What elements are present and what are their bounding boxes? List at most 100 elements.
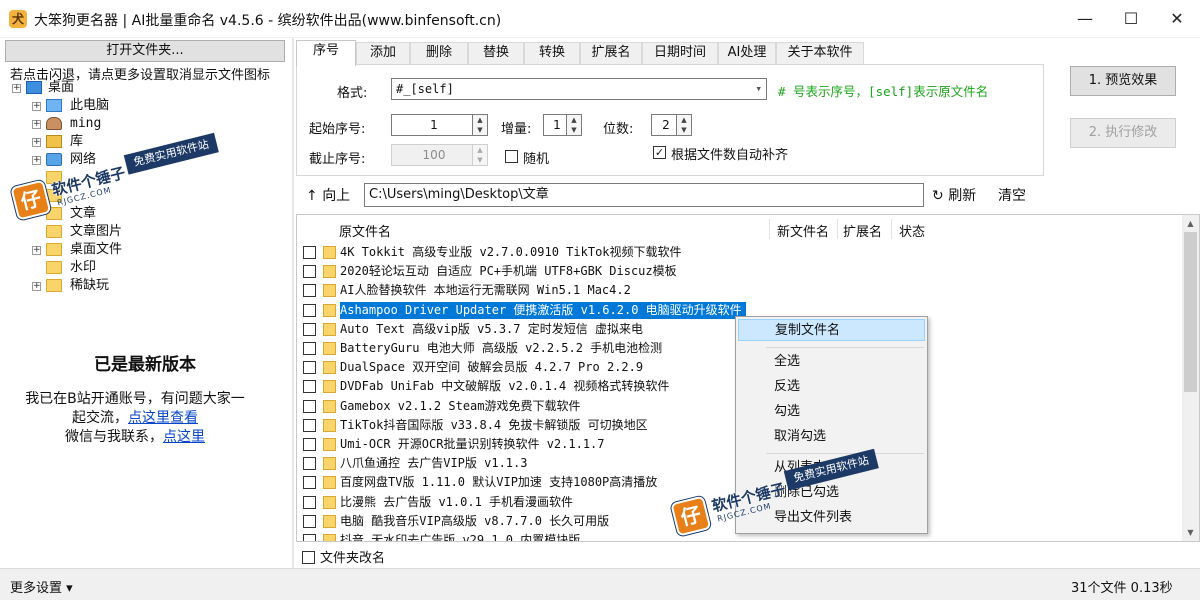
path-input[interactable]: C:\Users\ming\Desktop\文章 [364, 183, 924, 207]
format-dropdown[interactable]: #_[self] ▾ [391, 78, 767, 100]
wechat-link[interactable]: 点这里 [163, 429, 205, 445]
tab-replace[interactable]: 替换 [468, 42, 524, 64]
tab-extension[interactable]: 扩展名 [580, 42, 642, 64]
file-row-checkbox[interactable] [303, 399, 316, 413]
refresh-button[interactable]: ↻ 刷新 [932, 185, 976, 205]
tab-ai[interactable]: AI处理 [718, 42, 776, 64]
folder-icon [46, 261, 62, 274]
folder-rename-option[interactable]: 文件夹改名 [302, 547, 385, 566]
folder-icon [323, 246, 336, 259]
format-value: #_[self] [396, 82, 454, 96]
end-number-stepper[interactable]: ▲ ▼ [473, 144, 488, 166]
spin-down-icon: ▼ [477, 156, 483, 164]
file-row-checkbox[interactable] [303, 514, 316, 528]
folder-icon [323, 418, 336, 432]
user-icon [46, 117, 62, 130]
step-stepper[interactable]: ▲ ▼ [567, 114, 582, 136]
file-row-checkbox[interactable] [303, 265, 316, 279]
folder-icon [323, 534, 336, 541]
preview-button[interactable]: 1. 预览效果 [1070, 66, 1176, 96]
random-checkbox[interactable] [505, 150, 518, 163]
bilibili-link[interactable]: 点这里查看 [128, 410, 198, 426]
column-divider[interactable] [769, 219, 770, 239]
file-row-checkbox[interactable] [303, 476, 316, 490]
tree-label: 稀缺玩 [70, 278, 110, 293]
tree-expander[interactable]: + [32, 120, 41, 129]
tree-expander[interactable]: + [32, 102, 41, 111]
file-row[interactable]: 2020轻论坛互动 自适应 PC+手机端 UTF8+GBK Discuz模板 [297, 262, 1177, 281]
end-number-input[interactable]: 100 [391, 144, 473, 166]
tab-delete[interactable]: 删除 [410, 42, 468, 64]
vertical-scrollbar[interactable]: ▲ ▼ [1182, 215, 1199, 541]
tab-add[interactable]: 添加 [356, 42, 410, 64]
spin-up-icon: ▲ [477, 116, 483, 124]
tree-expander[interactable]: + [32, 156, 41, 165]
tab-sequence[interactable]: 序号 [296, 40, 356, 66]
scroll-down-icon[interactable]: ▼ [1182, 524, 1199, 541]
step-input[interactable]: 1 [543, 114, 567, 136]
open-folder-button[interactable]: 打开文件夹... [5, 40, 285, 62]
column-divider[interactable] [891, 219, 892, 239]
file-row-checkbox[interactable] [303, 380, 316, 394]
file-row-name: 八爪鱼通控 去广告VIP版 v1.1.3 [340, 456, 528, 471]
tree-expander[interactable]: + [12, 84, 21, 93]
column-new-name[interactable]: 新文件名 [777, 221, 829, 240]
file-row-checkbox[interactable] [303, 438, 316, 451]
file-row-checkbox[interactable] [303, 342, 316, 355]
menu-item-invert-selection[interactable]: 反选 [738, 376, 925, 398]
maximize-button[interactable]: ☐ [1108, 0, 1154, 38]
file-row-name: Gamebox v2.1.2 Steam游戏免费下载软件 [340, 398, 581, 413]
file-row-checkbox[interactable] [303, 418, 316, 432]
execute-button[interactable]: 2. 执行修改 [1070, 118, 1176, 148]
file-row[interactable]: AI人脸替换软件 本地运行无需联网 Win5.1 Mac4.2 [297, 281, 1177, 300]
file-row-checkbox[interactable] [303, 361, 316, 375]
close-button[interactable]: ✕ [1154, 0, 1200, 38]
info-text: 起交流， [72, 410, 128, 426]
format-label: 格式: [337, 86, 368, 101]
scroll-thumb[interactable] [1184, 232, 1197, 392]
watermark-logo: 仔 [670, 495, 712, 537]
tree-expander[interactable]: + [32, 138, 41, 147]
pane-splitter[interactable] [292, 38, 294, 568]
more-settings-button[interactable]: 更多设置 ▾ [10, 577, 73, 596]
tree-expander[interactable]: + [32, 246, 41, 255]
clear-button[interactable]: 清空 [998, 185, 1026, 205]
file-row-checkbox[interactable] [303, 284, 316, 298]
file-row-checkbox[interactable] [303, 322, 316, 336]
tree-label: 水印 [70, 260, 97, 275]
file-row-name: Auto Text 高级vip版 v5.3.7 定时发短信 虚拟来电 [340, 321, 643, 336]
scroll-up-icon[interactable]: ▲ [1182, 215, 1199, 232]
file-row-checkbox[interactable] [303, 246, 316, 259]
menu-item-select-all[interactable]: 全选 [738, 351, 925, 373]
up-button[interactable]: ↑ 向上 [306, 185, 350, 205]
file-row-checkbox[interactable] [303, 534, 316, 541]
window-title: 大笨狗更名器 | AI批量重命名 v4.5.6 - 缤纷软件出品(www.bin… [34, 13, 502, 29]
folder-rename-checkbox[interactable] [302, 551, 315, 564]
column-divider[interactable] [837, 219, 838, 239]
digits-input[interactable]: 2 [651, 114, 677, 136]
chevron-down-icon: ▾ [755, 82, 762, 95]
menu-item-copy-filename[interactable]: 复制文件名 [738, 319, 925, 341]
column-status[interactable]: 状态 [899, 221, 925, 240]
menu-item-check[interactable]: 勾选 [738, 401, 925, 423]
left-pane: 打开文件夹... 若点击闪退，请点更多设置取消显示文件图标 + 桌面 + 此电脑… [0, 38, 290, 568]
column-extension[interactable]: 扩展名 [843, 221, 882, 240]
tree-expander[interactable]: + [32, 282, 41, 291]
file-row-checkbox[interactable] [303, 303, 316, 317]
file-row-name: TikTok抖音国际版 v33.8.4 免拔卡解锁版 可切换地区 [340, 417, 648, 432]
tab-datetime[interactable]: 日期时间 [642, 42, 718, 64]
file-row-checkbox[interactable] [303, 495, 316, 509]
tab-convert[interactable]: 转换 [524, 42, 580, 64]
minimize-button[interactable]: — [1062, 0, 1108, 38]
start-number-input[interactable]: 1 [391, 114, 473, 136]
file-row[interactable]: 4K Tokkit 高级专业版 v2.7.0.0910 TikTok视频下载软件 [297, 243, 1177, 262]
start-number-stepper[interactable]: ▲ ▼ [473, 114, 488, 136]
digits-stepper[interactable]: ▲ ▼ [677, 114, 692, 136]
file-row-name: 抖音 无水印去广告版 v29.1.0 内置模块版 [340, 533, 581, 542]
autopad-checkbox[interactable]: ✓ [653, 146, 666, 159]
tab-about[interactable]: 关于本软件 [776, 42, 864, 64]
file-row-checkbox[interactable] [303, 457, 316, 471]
column-original-name[interactable]: 原文件名 [339, 221, 391, 240]
spin-up-icon: ▲ [571, 116, 577, 124]
file-row-name: DVDFab UniFab 中文破解版 v2.0.1.4 视频格式转换软件 [340, 379, 670, 394]
